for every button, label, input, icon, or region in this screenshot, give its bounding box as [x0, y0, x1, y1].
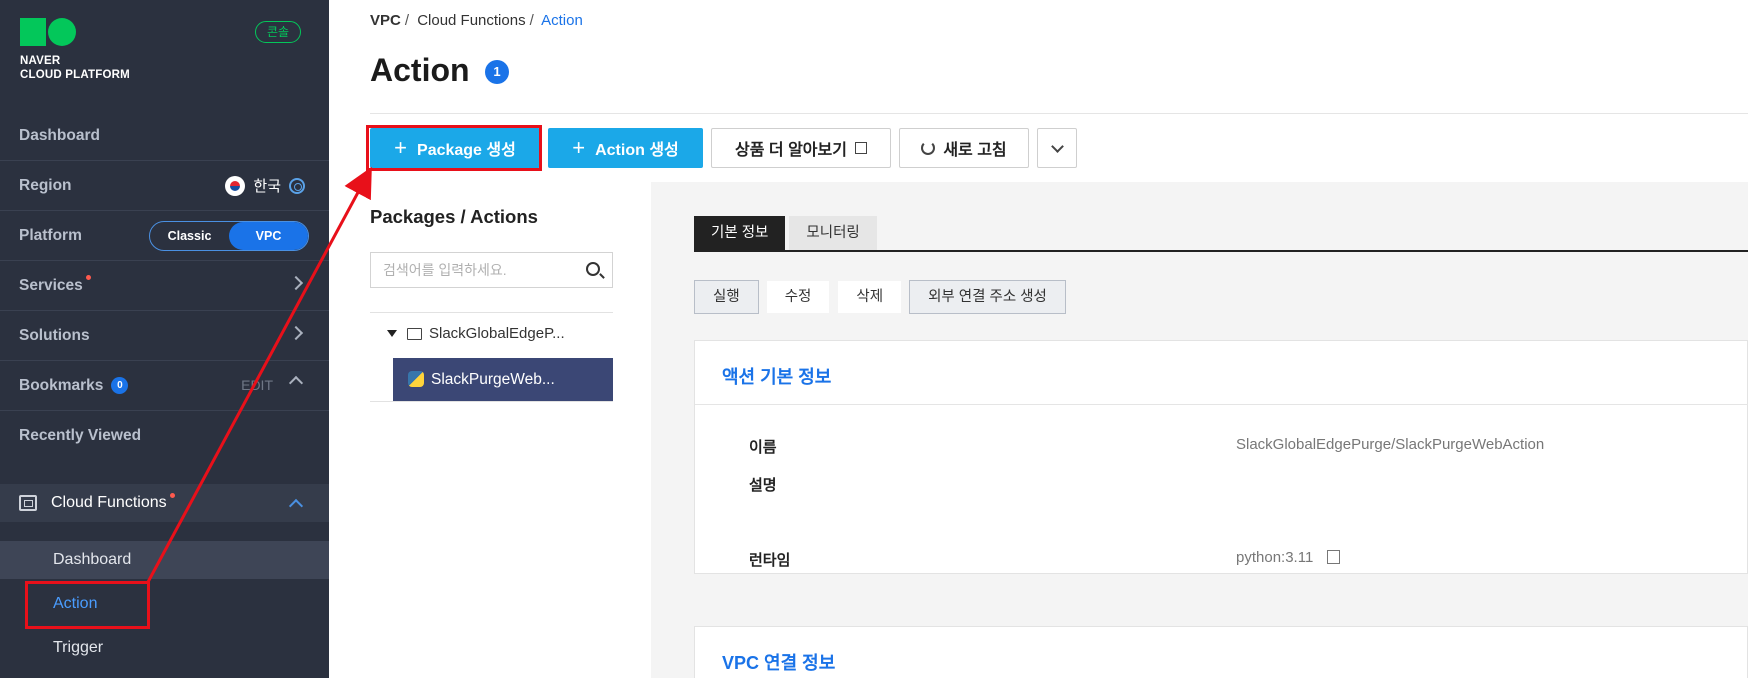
- refresh-icon: [921, 141, 936, 155]
- action-name: SlackPurgeWeb...: [431, 370, 555, 388]
- card-title: 액션 기본 정보: [722, 367, 832, 387]
- breadcrumb-cloud-functions[interactable]: Cloud Functions: [417, 12, 525, 29]
- sidebar-item-bookmarks[interactable]: Bookmarks 0 EDIT: [0, 361, 329, 411]
- card-title: VPC 연결 정보: [722, 653, 836, 673]
- sidebar-item-label: Region: [19, 176, 72, 194]
- region-value: 한국: [253, 178, 281, 195]
- sidebar-item-recently-viewed[interactable]: Recently Viewed: [0, 411, 329, 461]
- chevron-right-icon: [288, 325, 304, 341]
- tree-search: [370, 252, 613, 288]
- sidebar-item-region[interactable]: Region 한국: [0, 161, 329, 211]
- plus-icon: +: [572, 135, 586, 160]
- sidebar-item-label: Cloud Functions: [51, 494, 167, 511]
- korea-flag-icon: [225, 175, 246, 196]
- action-detail: 기본 정보 모니터링 실행 수정 삭제 외부 연결 주소 생성 액션 기본 정보…: [694, 182, 1748, 678]
- tab-monitoring[interactable]: 모니터링: [789, 216, 877, 250]
- vpc-info-card: VPC 연결 정보: [694, 626, 1748, 678]
- new-dot-icon: [85, 275, 91, 280]
- console-badge[interactable]: 콘솔: [255, 21, 301, 43]
- chevron-up-icon[interactable]: [288, 375, 304, 391]
- package-name: SlackGlobalEdgeP...: [429, 325, 565, 342]
- search-input[interactable]: [371, 253, 571, 287]
- action-create-label: Action 생성: [595, 142, 679, 159]
- platform-option-classic[interactable]: Classic: [150, 222, 229, 250]
- package-tree-panel: Packages / Actions SlackGlobalEdgeP... S…: [329, 182, 651, 678]
- refresh-label: 새로 고침: [943, 142, 1007, 159]
- divider: [370, 401, 613, 402]
- gear-icon[interactable]: [289, 177, 305, 194]
- create-web-url-button[interactable]: 외부 연결 주소 생성: [909, 280, 1066, 314]
- tree-action-item[interactable]: SlackPurgeWeb...: [393, 358, 613, 401]
- edit-button[interactable]: 수정: [765, 280, 831, 314]
- naver-cloud-logo[interactable]: NAVER CLOUD PLATFORM: [20, 18, 130, 82]
- more-dropdown-button[interactable]: [1037, 128, 1077, 168]
- learn-more-label: 상품 더 알아보기: [735, 142, 847, 159]
- platform-option-vpc[interactable]: VPC: [229, 222, 308, 250]
- chevron-down-icon: [1050, 139, 1064, 153]
- sidebar-subitem-dashboard[interactable]: Dashboard: [0, 541, 329, 579]
- sidebar-item-dashboard[interactable]: Dashboard: [0, 111, 329, 161]
- external-link-icon: [854, 142, 867, 154]
- sidebar-item-cloud-functions[interactable]: Cloud Functions: [0, 484, 329, 522]
- cloud-functions-icon: [19, 495, 37, 511]
- app-root: NAVER CLOUD PLATFORM 콘솔 Dashboard Region…: [0, 0, 1748, 678]
- field-label-runtime: 런타임: [749, 552, 791, 569]
- new-dot-icon: [169, 492, 175, 498]
- document-icon[interactable]: [1327, 550, 1341, 564]
- sidebar-item-services[interactable]: Services: [0, 261, 329, 311]
- field-value-runtime: python:3.11: [1236, 549, 1341, 566]
- runtime-value: python:3.11: [1236, 549, 1314, 566]
- basic-info-card: 액션 기본 정보 이름 SlackGlobalEdgePurge/SlackPu…: [694, 340, 1748, 574]
- sidebar-item-label: Solutions: [19, 326, 90, 344]
- divider: [370, 113, 1748, 114]
- detail-actions: 실행 수정 삭제 외부 연결 주소 생성: [694, 280, 1066, 314]
- sidebar-item-solutions[interactable]: Solutions: [0, 311, 329, 361]
- field-label-name: 이름: [749, 439, 777, 456]
- sidebar-item-label: Bookmarks: [19, 376, 104, 394]
- sidebar: NAVER CLOUD PLATFORM 콘솔 Dashboard Region…: [0, 0, 329, 678]
- sidebar-item-label: Services: [19, 276, 83, 294]
- chevron-right-icon: [288, 275, 304, 291]
- platform-toggle[interactable]: Classic VPC: [149, 221, 309, 251]
- divider: [695, 404, 1748, 405]
- refresh-button[interactable]: 새로 고침: [899, 128, 1029, 168]
- python-icon: [408, 371, 424, 387]
- tree-package-item[interactable]: SlackGlobalEdgeP...: [387, 325, 565, 342]
- main-content: VPC / Cloud Functions / Action Action 1 + …: [329, 0, 1748, 678]
- sidebar-subitem-trigger[interactable]: Trigger: [0, 629, 329, 667]
- sidebar-item-label: Dashboard: [19, 126, 100, 144]
- tree-title: Packages / Actions: [370, 206, 538, 227]
- expand-triangle-icon[interactable]: [387, 330, 397, 337]
- page-title: Action: [370, 52, 470, 88]
- chevron-up-icon[interactable]: [288, 498, 304, 514]
- action-create-button[interactable]: + Action 생성: [548, 128, 703, 168]
- run-button[interactable]: 실행: [694, 280, 759, 314]
- delete-button[interactable]: 삭제: [837, 280, 903, 314]
- breadcrumb-action: Action: [541, 12, 583, 29]
- page-count-badge: 1: [485, 60, 509, 84]
- search-icon[interactable]: [586, 262, 600, 276]
- logo-line1: NAVER: [20, 55, 61, 67]
- content-area: Packages / Actions SlackGlobalEdgeP... S…: [329, 182, 1748, 678]
- logo-mark-icon: [20, 18, 130, 46]
- sidebar-item-platform: Platform Classic VPC: [0, 211, 329, 261]
- logo-line2: CLOUD PLATFORM: [20, 69, 130, 81]
- bookmarks-count-badge: 0: [111, 377, 129, 394]
- detail-tabs: 기본 정보 모니터링: [694, 216, 877, 250]
- field-label-description: 설명: [749, 477, 777, 494]
- tab-underline: [694, 250, 1748, 252]
- sidebar-item-label: Recently Viewed: [19, 427, 142, 444]
- bookmarks-edit-link[interactable]: EDIT: [241, 377, 273, 393]
- highlight-box-package-create: [366, 125, 542, 171]
- field-value-name: SlackGlobalEdgePurge/SlackPurgeWebAction: [1236, 436, 1545, 453]
- folder-icon: [407, 327, 422, 340]
- divider: [370, 312, 613, 313]
- sidebar-item-label: Platform: [19, 226, 82, 244]
- breadcrumb-vpc[interactable]: VPC: [370, 12, 401, 29]
- tab-basic-info[interactable]: 기본 정보: [694, 216, 786, 250]
- breadcrumb: VPC / Cloud Functions / Action: [370, 12, 583, 29]
- learn-more-button[interactable]: 상품 더 알아보기: [711, 128, 891, 168]
- highlight-box-action: [25, 581, 150, 629]
